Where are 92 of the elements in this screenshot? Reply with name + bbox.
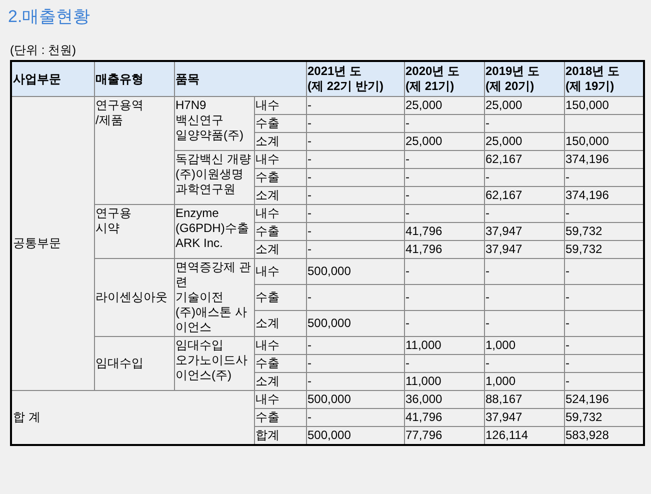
table-cell: - xyxy=(306,204,404,222)
row-label: 합계 xyxy=(254,426,306,445)
table-cell: - xyxy=(306,150,404,168)
table-cell: 62,167 xyxy=(484,186,564,204)
row-label: 내수 xyxy=(254,150,306,168)
row-label: 수출 xyxy=(254,408,306,426)
table-cell: - xyxy=(306,96,404,114)
table-cell: - xyxy=(306,336,404,354)
table-cell: 1,000 xyxy=(484,372,564,390)
table-cell: 126,114 xyxy=(484,426,564,445)
table-cell: - xyxy=(306,222,404,240)
table-cell: 41,796 xyxy=(404,408,484,426)
table-cell: - xyxy=(306,114,404,132)
table-cell: - xyxy=(404,354,484,372)
table-cell: - xyxy=(484,354,564,372)
table-cell: - xyxy=(306,168,404,186)
sales-type-cell: 연구용역 /제품 xyxy=(94,96,174,204)
row-label: 내수 xyxy=(254,204,306,222)
row-label: 수출 xyxy=(254,168,306,186)
table-cell: - xyxy=(306,372,404,390)
row-label: 소계 xyxy=(254,240,306,258)
section-title: 2.매출현황 xyxy=(8,6,92,28)
table-cell: - xyxy=(306,408,404,426)
table-cell: - xyxy=(404,310,484,336)
table-cell: - xyxy=(404,150,484,168)
column-header: 품목 xyxy=(174,61,306,96)
table-cell: 25,000 xyxy=(484,132,564,150)
row-label: 내수 xyxy=(254,258,306,284)
row-label: 수출 xyxy=(254,222,306,240)
column-header: 2019년 도 (제 20기) xyxy=(484,61,564,96)
table-cell: - xyxy=(484,310,564,336)
product-cell: H7N9 백신연구 일양약품(주) xyxy=(174,96,254,150)
table-cell: - xyxy=(306,240,404,258)
table-cell: 37,947 xyxy=(484,222,564,240)
table-cell: - xyxy=(484,204,564,222)
table-cell: 37,947 xyxy=(484,408,564,426)
table-cell: 1,000 xyxy=(484,336,564,354)
sales-type-cell: 라이센싱아웃 xyxy=(94,258,174,336)
table-cell: 25,000 xyxy=(484,96,564,114)
column-header: 2020년 도 (제 21기) xyxy=(404,61,484,96)
product-cell: 면역증강제 관련 기술이전 (주)애스톤 사이언스 xyxy=(174,258,254,336)
table-cell: - xyxy=(404,204,484,222)
sales-type-cell: 연구용 시약 xyxy=(94,204,174,258)
table-cell: 500,000 xyxy=(306,426,404,445)
column-header: 매출유형 xyxy=(94,61,174,96)
table-cell: - xyxy=(484,168,564,186)
table-cell: 25,000 xyxy=(404,96,484,114)
table-cell: - xyxy=(306,132,404,150)
row-label: 소계 xyxy=(254,132,306,150)
row-label: 소계 xyxy=(254,372,306,390)
table-cell: - xyxy=(484,114,564,132)
column-header: 사업부문 xyxy=(11,61,94,96)
table-cell: 88,167 xyxy=(484,390,564,408)
table-cell: 500,000 xyxy=(306,390,404,408)
unit-note: (단위 : 천원) xyxy=(10,42,76,58)
column-header: 2018년 도 (제 19기) xyxy=(564,61,644,96)
table-cell: 11,000 xyxy=(404,372,484,390)
product-cell: Enzyme (G6PDH)수출 ARK Inc. xyxy=(174,204,254,258)
table-cell: 25,000 xyxy=(404,132,484,150)
table-cell: - xyxy=(404,168,484,186)
row-label: 소계 xyxy=(254,186,306,204)
table-cell: - xyxy=(404,114,484,132)
row-label: 수출 xyxy=(254,284,306,310)
table-cell: - xyxy=(306,354,404,372)
table-cell: - xyxy=(404,284,484,310)
table-cell: 41,796 xyxy=(404,222,484,240)
table-cell: 500,000 xyxy=(306,258,404,284)
table-cell: - xyxy=(484,284,564,310)
table-cell: 41,796 xyxy=(404,240,484,258)
product-cell: 독감백신 개량 (주)이원생명 과학연구원 xyxy=(174,150,254,204)
table-cell: 36,000 xyxy=(404,390,484,408)
segment-cell: 공통부문 xyxy=(11,96,94,390)
table-cell: 77,796 xyxy=(404,426,484,445)
table-cell: - xyxy=(306,186,404,204)
sales-type-cell: 임대수입 xyxy=(94,336,174,390)
row-label: 내수 xyxy=(254,336,306,354)
row-label: 소계 xyxy=(254,310,306,336)
column-header: 2021년 도 (제 22기 반기) xyxy=(306,61,404,96)
row-label: 수출 xyxy=(254,114,306,132)
product-cell: 임대수입 오가노이드사이언스(주) xyxy=(174,336,254,390)
row-label: 내수 xyxy=(254,390,306,408)
table-cell: 37,947 xyxy=(484,240,564,258)
table-cell: - xyxy=(484,258,564,284)
table-cell: 62,167 xyxy=(484,150,564,168)
table-cell: - xyxy=(306,284,404,310)
row-label: 수출 xyxy=(254,354,306,372)
table-cell: 500,000 xyxy=(306,310,404,336)
table-cell: - xyxy=(404,186,484,204)
table-cell: 11,000 xyxy=(404,336,484,354)
table-cell: - xyxy=(404,258,484,284)
row-label: 내수 xyxy=(254,96,306,114)
total-cell: 합 계 xyxy=(11,390,254,445)
